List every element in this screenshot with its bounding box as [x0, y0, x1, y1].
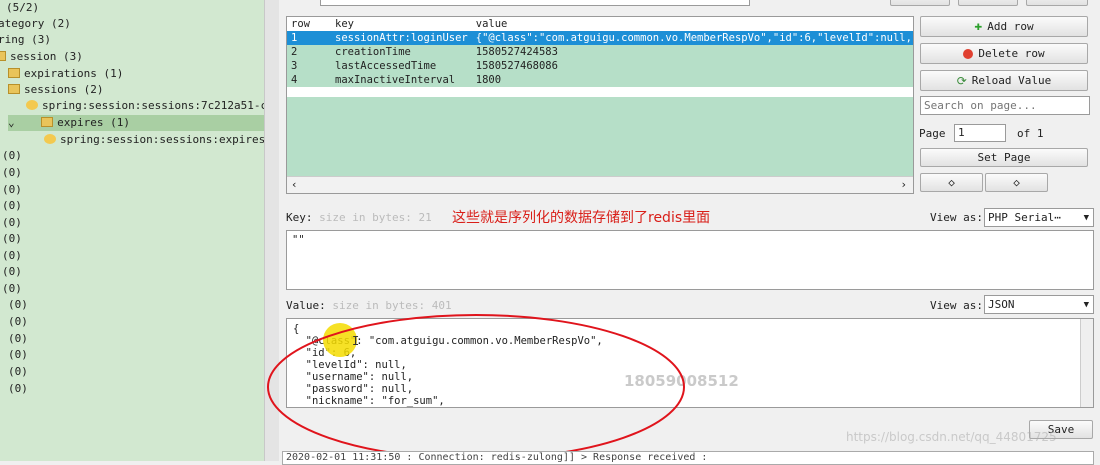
page-total-label: of 1 — [1017, 127, 1044, 140]
delete-row-button[interactable]: Delete row — [920, 43, 1088, 64]
tree-node[interactable]: ring (3) — [0, 32, 51, 48]
tree-node-expirations[interactable]: expirations (1) — [8, 66, 123, 82]
scroll-left-icon[interactable]: ‹ — [291, 178, 298, 191]
chevron-down-icon: ▼ — [1083, 300, 1089, 310]
table-row[interactable]: 2 creationTime 1580527424583 — [287, 45, 913, 59]
key-tree-panel: (5/2) ategory (2) ring (3) session (3) e… — [0, 0, 264, 461]
set-page-button[interactable]: Set Page — [920, 148, 1088, 167]
tree-node-sessions[interactable]: sessions (2) — [8, 82, 103, 98]
tree-node[interactable]: (5/2) — [6, 0, 39, 16]
key-view-label: View as: — [930, 211, 983, 224]
chevron-down-icon[interactable]: ⌄ — [8, 116, 15, 129]
chevron-down-icon: ▼ — [1083, 213, 1089, 223]
table-row[interactable]: 3 lastAccessedTime 1580527468086 — [287, 59, 913, 73]
db-count[interactable]: (0) — [2, 264, 22, 280]
column-header-key[interactable]: key — [331, 17, 472, 31]
db-count[interactable]: (0) — [2, 248, 22, 264]
page-input[interactable]: 1 — [954, 124, 1006, 142]
rename-button[interactable] — [890, 0, 950, 6]
key-icon — [26, 100, 38, 110]
db-count[interactable]: (0) — [8, 347, 28, 363]
key-view-select[interactable]: PHP Serial⋯ ▼ — [984, 208, 1094, 227]
prev-page-button[interactable]: ◇ — [920, 173, 983, 192]
db-count[interactable]: (0) — [8, 314, 28, 330]
folder-icon — [8, 68, 20, 78]
db-count[interactable]: (0) — [8, 381, 28, 397]
db-count[interactable]: (0) — [2, 231, 22, 247]
hash-table: row key value 1 sessionAttr:loginUser {"… — [286, 16, 914, 194]
delete-key-button[interactable] — [958, 0, 1018, 6]
vertical-scrollbar[interactable] — [1080, 319, 1093, 407]
key-content-area[interactable]: "" — [286, 230, 1094, 290]
folder-icon — [8, 84, 20, 94]
column-header-value[interactable]: value — [472, 17, 913, 31]
key-icon — [44, 134, 56, 144]
db-count[interactable]: (0) — [2, 215, 22, 231]
db-count[interactable]: (0) — [8, 331, 28, 347]
db-count[interactable]: (0) — [2, 198, 22, 214]
watermark-url: https://blog.csdn.net/qq_44801725 — [846, 430, 1057, 444]
plus-icon: ✚ — [974, 19, 983, 34]
value-view-label: View as: — [930, 299, 983, 312]
db-count[interactable]: (0) — [2, 148, 22, 164]
tree-node[interactable]: ategory (2) — [0, 16, 71, 32]
folder-icon — [41, 117, 54, 127]
tree-node-session[interactable]: session (3) — [0, 49, 83, 65]
status-log: 2020-02-01 11:31:50 : Connection: redis-… — [282, 451, 1094, 465]
db-count[interactable]: (0) — [8, 364, 28, 380]
search-input[interactable] — [920, 96, 1090, 115]
table-row[interactable]: 1 sessionAttr:loginUser {"@class":"com.a… — [287, 31, 913, 45]
tree-node-session-key[interactable]: spring:session:sessions:7c212a51-c3 — [26, 98, 264, 114]
db-count[interactable]: (0) — [2, 165, 22, 181]
table-row[interactable]: 4 maxInactiveInterval 1800 — [287, 73, 913, 87]
value-view-select[interactable]: JSON ▼ — [984, 295, 1094, 314]
db-count[interactable]: (0) — [8, 297, 28, 313]
page-label: Page — [919, 127, 946, 140]
tree-node-expires-key[interactable]: spring:session:sessions:expires:7 — [44, 132, 264, 148]
folder-icon — [0, 51, 6, 61]
column-header-row[interactable]: row — [287, 17, 331, 31]
key-label: Key: size in bytes: 21 — [286, 211, 432, 224]
reload-icon: ⟳ — [956, 73, 967, 88]
ttl-button[interactable] — [1026, 0, 1088, 6]
add-row-button[interactable]: ✚ Add row — [920, 16, 1088, 37]
annotation-text: 这些就是序列化的数据存储到了redis里面 — [452, 210, 711, 226]
scroll-right-icon[interactable]: › — [900, 178, 907, 191]
horizontal-scrollbar[interactable]: ‹ › — [287, 176, 913, 193]
reload-value-button[interactable]: ⟳ Reload Value — [920, 70, 1088, 91]
annotation-ellipse — [267, 314, 685, 460]
key-name-field[interactable] — [320, 0, 750, 6]
db-count[interactable]: (0) — [2, 281, 22, 297]
db-count[interactable]: (0) — [2, 182, 22, 198]
next-page-button[interactable]: ◇ — [985, 173, 1048, 192]
delete-icon — [963, 48, 974, 59]
tree-node-expires[interactable]: ⌄ expires (1) — [8, 115, 264, 131]
key-detail-panel: row key value 1 sessionAttr:loginUser {"… — [267, 0, 1100, 465]
table-empty-area — [287, 97, 913, 177]
